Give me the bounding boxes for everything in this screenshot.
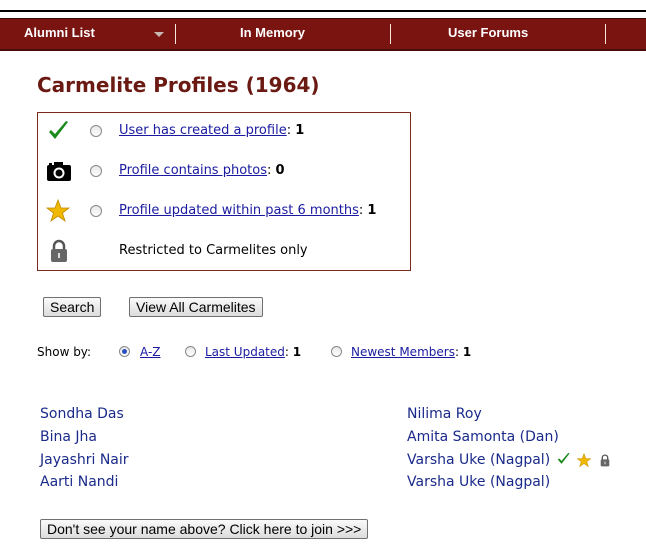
chevron-down-icon[interactable] [154,32,164,37]
nav-user-forums[interactable]: User Forums [448,19,528,49]
member-link[interactable]: Varsha Uke (Nagpal) [407,452,550,468]
legend-count: 1 [367,203,377,218]
legend-row-updated: Profile updated within past 6 months: 1 [38,195,410,225]
legend-count: 0 [275,163,285,178]
sort-link-newest[interactable]: Newest Members [351,345,455,359]
checkmark-icon [557,452,570,464]
legend-link-updated[interactable]: Profile updated within past 6 months [119,203,359,218]
filter-radio-photos[interactable] [90,165,102,177]
sort-count: 1 [292,345,302,359]
show-by-label: Show by: [37,345,92,359]
sort-count: 1 [462,345,472,359]
page-title: Carmelite Profiles (1964) [37,73,320,97]
top-nav-bar: Alumni List In Memory User Forums [0,18,646,51]
member-link[interactable]: Nilima Roy [407,406,482,422]
join-button[interactable]: Don't see your name above? Click here to… [40,519,369,539]
nav-alumni-list[interactable]: Alumni List [24,19,95,49]
sort-link-az[interactable]: A-Z [140,345,161,359]
sort-radio-last-updated[interactable] [185,346,196,357]
top-border-line [0,10,646,12]
search-button[interactable]: Search [43,297,102,317]
sort-link-last-updated[interactable]: Last Updated [205,345,285,359]
view-all-carmelites-button[interactable]: View All Carmelites [129,297,263,317]
camera-icon [47,162,71,181]
sort-radio-az[interactable] [119,346,130,357]
legend-row-profile: User has created a profile: 1 [38,115,410,145]
star-icon [46,199,71,223]
legend-link-photos[interactable]: Profile contains photos [119,163,267,178]
checkmark-icon [49,121,68,139]
lock-icon [600,454,610,467]
legend-restricted-label: Restricted to Carmelites only [119,243,308,258]
legend-row-restricted: Restricted to Carmelites only [38,235,410,265]
member-link[interactable]: Bina Jha [40,429,97,445]
sort-radio-newest[interactable] [331,346,342,357]
legend-row-photos: Profile contains photos: 0 [38,155,410,185]
nav-separator [605,24,606,44]
filter-radio-profile[interactable] [90,125,102,137]
member-link[interactable]: Sondha Das [40,406,124,422]
nav-separator [390,24,391,44]
member-link[interactable]: Jayashri Nair [40,452,129,468]
member-link[interactable]: Aarti Nandi [40,474,118,490]
legend-link-profile[interactable]: User has created a profile [119,123,287,138]
legend-count: 1 [295,123,305,138]
filter-radio-updated[interactable] [90,205,102,217]
star-icon [576,453,592,468]
member-link[interactable]: Varsha Uke (Nagpal) [407,474,550,490]
lock-icon [51,239,67,262]
member-link[interactable]: Amita Samonta (Dan) [407,429,559,445]
nav-in-memory[interactable]: In Memory [240,19,305,49]
nav-separator [175,24,176,44]
profile-legend-box: User has created a profile: 1 Profile co… [37,112,411,271]
